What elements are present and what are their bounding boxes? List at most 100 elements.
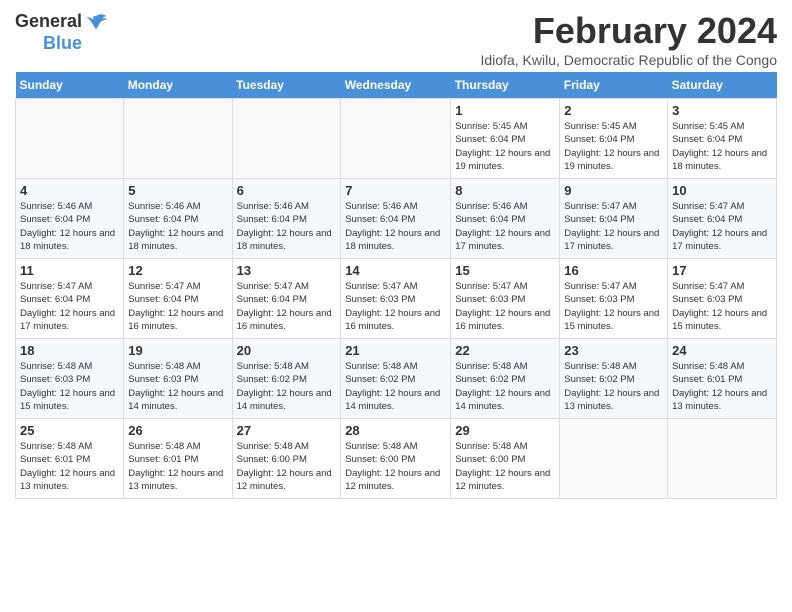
day-number: 1	[455, 103, 555, 118]
day-info: Sunrise: 5:48 AMSunset: 6:03 PMDaylight:…	[20, 360, 119, 413]
day-number: 15	[455, 263, 555, 278]
day-info: Sunrise: 5:48 AMSunset: 6:02 PMDaylight:…	[237, 360, 337, 413]
calendar-cell	[16, 99, 124, 179]
calendar-cell: 6Sunrise: 5:46 AMSunset: 6:04 PMDaylight…	[232, 179, 341, 259]
day-info: Sunrise: 5:45 AMSunset: 6:04 PMDaylight:…	[672, 120, 772, 173]
calendar-cell: 14 Sunrise: 5:47 AMSunset: 6:03 PMDayligh…	[341, 259, 451, 339]
day-info: Sunrise: 5:47 AMSunset: 6:03 PMDaylight:…	[455, 280, 555, 333]
day-number: 4	[20, 183, 119, 198]
day-info: Sunrise: 5:48 AMSunset: 6:01 PMDaylight:…	[20, 440, 119, 493]
weekday-header-sunday: Sunday	[16, 72, 124, 99]
calendar-cell: 10 Sunrise: 5:47 AMSunset: 6:04 PMDayligh…	[668, 179, 777, 259]
day-info: Sunrise: 5:48 AMSunset: 6:01 PMDaylight:…	[672, 360, 772, 413]
day-number: 11	[20, 263, 119, 278]
day-info: Sunrise: 5:48 AMSunset: 6:02 PMDaylight:…	[345, 360, 446, 413]
weekday-header-saturday: Saturday	[668, 72, 777, 99]
day-info: Sunrise: 5:47 AMSunset: 6:04 PMDaylight:…	[128, 280, 227, 333]
day-info: Sunrise: 5:46 AMSunset: 6:04 PMDaylight:…	[345, 200, 446, 253]
weekday-header-friday: Friday	[560, 72, 668, 99]
day-number: 13	[237, 263, 337, 278]
calendar-cell: 27Sunrise: 5:48 AMSunset: 6:00 PMDayligh…	[232, 419, 341, 499]
calendar-cell: 12 Sunrise: 5:47 AMSunset: 6:04 PMDayligh…	[124, 259, 232, 339]
week-row-1: 1 Sunrise: 5:45 AMSunset: 6:04 PMDaylight…	[16, 99, 777, 179]
week-row-2: 4 Sunrise: 5:46 AMSunset: 6:04 PMDaylight…	[16, 179, 777, 259]
calendar-cell: 26 Sunrise: 5:48 AMSunset: 6:01 PMDayligh…	[124, 419, 232, 499]
calendar-cell: 1 Sunrise: 5:45 AMSunset: 6:04 PMDaylight…	[451, 99, 560, 179]
day-info: Sunrise: 5:47 AMSunset: 6:03 PMDaylight:…	[564, 280, 663, 333]
day-number: 6	[237, 183, 337, 198]
day-number: 23	[564, 343, 663, 358]
calendar-cell: 17 Sunrise: 5:47 AMSunset: 6:03 PMDayligh…	[668, 259, 777, 339]
day-number: 26	[128, 423, 227, 438]
day-info: Sunrise: 5:45 AMSunset: 6:04 PMDaylight:…	[564, 120, 663, 173]
day-info: Sunrise: 5:47 AMSunset: 6:03 PMDaylight:…	[672, 280, 772, 333]
weekday-header-wednesday: Wednesday	[341, 72, 451, 99]
day-info: Sunrise: 5:48 AMSunset: 6:01 PMDaylight:…	[128, 440, 227, 493]
calendar-cell: 3 Sunrise: 5:45 AMSunset: 6:04 PMDaylight…	[668, 99, 777, 179]
calendar-cell: 15 Sunrise: 5:47 AMSunset: 6:03 PMDayligh…	[451, 259, 560, 339]
day-info: Sunrise: 5:48 AMSunset: 6:00 PMDaylight:…	[345, 440, 446, 493]
calendar-cell: 20 Sunrise: 5:48 AMSunset: 6:02 PMDayligh…	[232, 339, 341, 419]
day-info: Sunrise: 5:46 AMSunset: 6:04 PMDaylight:…	[20, 200, 119, 253]
calendar-cell: 13 Sunrise: 5:47 AMSunset: 6:04 PMDayligh…	[232, 259, 341, 339]
calendar-cell	[560, 419, 668, 499]
calendar-cell	[232, 99, 341, 179]
day-number: 28	[345, 423, 446, 438]
calendar-cell: 22Sunrise: 5:48 AMSunset: 6:02 PMDayligh…	[451, 339, 560, 419]
day-number: 3	[672, 103, 772, 118]
calendar-cell: 18 Sunrise: 5:48 AMSunset: 6:03 PMDayligh…	[16, 339, 124, 419]
calendar-cell	[668, 419, 777, 499]
day-number: 8	[455, 183, 555, 198]
calendar-cell: 4 Sunrise: 5:46 AMSunset: 6:04 PMDaylight…	[16, 179, 124, 259]
logo-bird-icon	[84, 10, 108, 34]
day-number: 10	[672, 183, 772, 198]
day-number: 29	[455, 423, 555, 438]
day-number: 16	[564, 263, 663, 278]
day-number: 17	[672, 263, 772, 278]
day-number: 5	[128, 183, 227, 198]
day-number: 12	[128, 263, 227, 278]
calendar-cell: 24 Sunrise: 5:48 AMSunset: 6:01 PMDayligh…	[668, 339, 777, 419]
day-number: 20	[237, 343, 337, 358]
weekday-header-thursday: Thursday	[451, 72, 560, 99]
logo: General Blue	[15, 10, 108, 54]
day-info: Sunrise: 5:48 AMSunset: 6:03 PMDaylight:…	[128, 360, 227, 413]
day-info: Sunrise: 5:48 AMSunset: 6:00 PMDaylight:…	[455, 440, 555, 493]
day-number: 7	[345, 183, 446, 198]
day-info: Sunrise: 5:48 AMSunset: 6:02 PMDaylight:…	[455, 360, 555, 413]
day-info: Sunrise: 5:48 AMSunset: 6:02 PMDaylight:…	[564, 360, 663, 413]
day-number: 19	[128, 343, 227, 358]
calendar-cell: 2 Sunrise: 5:45 AMSunset: 6:04 PMDaylight…	[560, 99, 668, 179]
day-info: Sunrise: 5:47 AMSunset: 6:04 PMDaylight:…	[237, 280, 337, 333]
day-number: 21	[345, 343, 446, 358]
week-row-5: 25Sunrise: 5:48 AMSunset: 6:01 PMDayligh…	[16, 419, 777, 499]
day-number: 14	[345, 263, 446, 278]
day-number: 2	[564, 103, 663, 118]
calendar-cell	[124, 99, 232, 179]
calendar-cell: 23 Sunrise: 5:48 AMSunset: 6:02 PMDayligh…	[560, 339, 668, 419]
calendar-cell: 21 Sunrise: 5:48 AMSunset: 6:02 PMDayligh…	[341, 339, 451, 419]
calendar-cell: 19 Sunrise: 5:48 AMSunset: 6:03 PMDayligh…	[124, 339, 232, 419]
day-number: 9	[564, 183, 663, 198]
day-info: Sunrise: 5:48 AMSunset: 6:00 PMDaylight:…	[237, 440, 337, 493]
weekday-header-tuesday: Tuesday	[232, 72, 341, 99]
calendar-cell	[341, 99, 451, 179]
calendar-cell: 11 Sunrise: 5:47 AMSunset: 6:04 PMDayligh…	[16, 259, 124, 339]
day-number: 24	[672, 343, 772, 358]
calendar-title: February 2024	[481, 10, 777, 52]
day-info: Sunrise: 5:46 AMSunset: 6:04 PMDaylight:…	[128, 200, 227, 253]
calendar-cell: 29 Sunrise: 5:48 AMSunset: 6:00 PMDayligh…	[451, 419, 560, 499]
week-row-4: 18 Sunrise: 5:48 AMSunset: 6:03 PMDayligh…	[16, 339, 777, 419]
day-info: Sunrise: 5:45 AMSunset: 6:04 PMDaylight:…	[455, 120, 555, 173]
day-info: Sunrise: 5:47 AMSunset: 6:04 PMDaylight:…	[672, 200, 772, 253]
day-number: 18	[20, 343, 119, 358]
day-info: Sunrise: 5:47 AMSunset: 6:04 PMDaylight:…	[20, 280, 119, 333]
calendar-subtitle: Idiofa, Kwilu, Democratic Republic of th…	[481, 52, 777, 68]
calendar-table: SundayMondayTuesdayWednesdayThursdayFrid…	[15, 72, 777, 499]
title-section: February 2024 Idiofa, Kwilu, Democratic …	[481, 10, 777, 68]
weekday-header-row: SundayMondayTuesdayWednesdayThursdayFrid…	[16, 72, 777, 99]
day-info: Sunrise: 5:47 AMSunset: 6:03 PMDaylight:…	[345, 280, 446, 333]
day-info: Sunrise: 5:47 AMSunset: 6:04 PMDaylight:…	[564, 200, 663, 253]
page-header: General Blue February 2024 Idiofa, Kwilu…	[15, 10, 777, 68]
calendar-cell: 5 Sunrise: 5:46 AMSunset: 6:04 PMDaylight…	[124, 179, 232, 259]
